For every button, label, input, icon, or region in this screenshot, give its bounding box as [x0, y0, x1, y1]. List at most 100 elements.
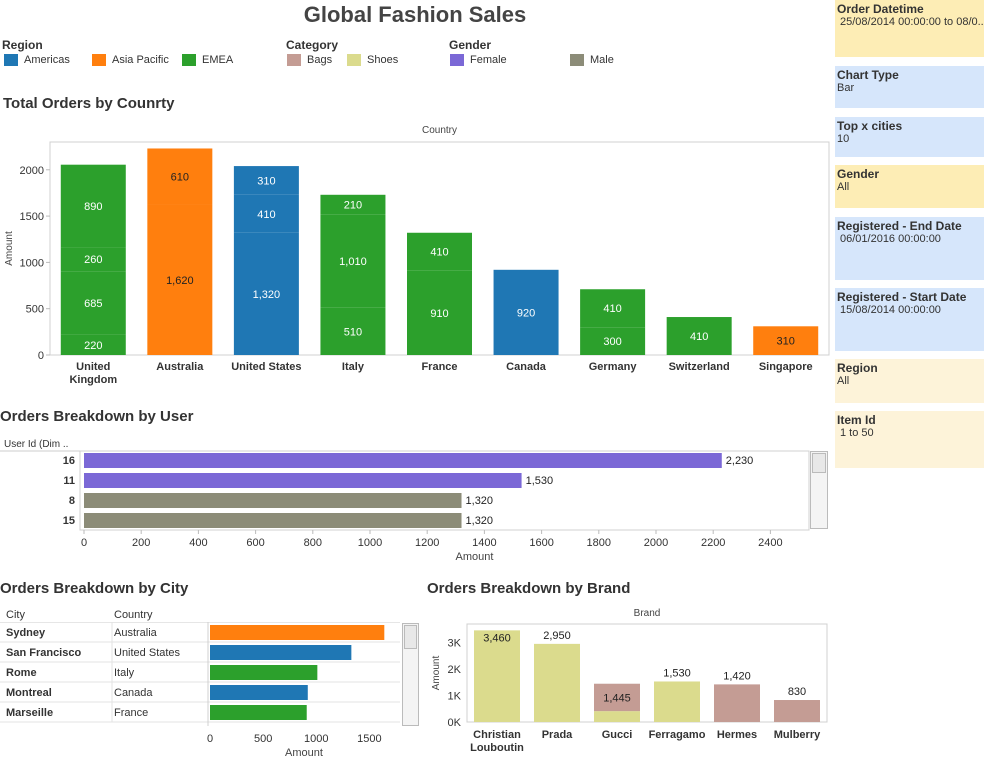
brand-bar-segment [534, 643, 580, 722]
city-country-label: France [114, 707, 148, 719]
country-bar-label: 510 [344, 326, 362, 338]
filter-label: Chart Type [837, 68, 899, 82]
country-column-header: Country [114, 609, 153, 621]
y-tick-label: 0K [448, 717, 462, 729]
x-tick-label: 1000 [304, 733, 328, 745]
brand-x-label: Ferragamo [649, 729, 706, 741]
legend-item-emea[interactable]: EMEA [182, 54, 233, 66]
user-id-label: 15 [63, 515, 75, 527]
y-tick-label: 1500 [20, 211, 44, 223]
country-bar-label: 300 [603, 336, 621, 348]
filter-registered-start-date[interactable]: Registered - Start Date 15/08/2014 00:00… [835, 288, 984, 351]
legend-label: Male [590, 54, 614, 66]
country-bar-label: 1,620 [166, 275, 194, 287]
filter-order-datetime[interactable]: Order Datetime 25/08/2014 00:00:00 to 08… [835, 0, 984, 57]
country-bar-chart[interactable]: Country Amount 0 500 1000 1500 2000 220 685 260 89… [0, 118, 830, 390]
y-tick-label: 1K [448, 691, 462, 703]
filter-value[interactable]: 06/01/2016 00:00:00 [837, 233, 982, 245]
city-label: Marseille [6, 707, 53, 719]
city-chart-scroll-thumb[interactable] [404, 625, 417, 649]
filter-label: Order Datetime [837, 2, 924, 16]
brand-bar-chart[interactable]: Brand Amount 0K 1K 2K 3K 3,460 ChristianLoubout… [427, 602, 832, 762]
y-axis-label: Amount [431, 656, 442, 691]
x-tick-label: 2200 [701, 537, 725, 549]
legend-item-shoes[interactable]: Shoes [347, 54, 398, 66]
country-x-label: Canada [506, 361, 547, 373]
user-chart-scrollbar[interactable] [810, 451, 828, 529]
legend-item-female[interactable]: Female [450, 54, 507, 66]
brand-x-label: Louboutin [470, 742, 524, 754]
x-tick-label: 2400 [758, 537, 782, 549]
filter-registered-end-date[interactable]: Registered - End Date 06/01/2016 00:00:0… [835, 217, 984, 280]
country-chart-title: Total Orders by Counrty [3, 95, 175, 112]
legend-item-male[interactable]: Male [570, 54, 614, 66]
filter-gender[interactable]: Gender All [835, 165, 984, 208]
filter-value[interactable]: Bar [837, 82, 982, 94]
city-country-label: Italy [114, 667, 135, 679]
x-tick-label: 800 [304, 537, 322, 549]
x-tick-label: 1000 [358, 537, 382, 549]
country-bar-label: 310 [257, 175, 275, 187]
user-id-label: 8 [69, 495, 75, 507]
x-tick-label: 500 [254, 733, 272, 745]
legend-swatch [450, 54, 464, 66]
city-column-header: City [6, 609, 25, 621]
user-bar-label: 1,320 [466, 515, 494, 527]
user-bar [84, 453, 722, 468]
city-label: Rome [6, 667, 37, 679]
legend-item-bags[interactable]: Bags [287, 54, 332, 66]
user-chart-title: Orders Breakdown by User [0, 408, 194, 425]
filter-chart-type[interactable]: Chart Type Bar [835, 66, 984, 108]
legend-swatch [287, 54, 301, 66]
legend-swatch [347, 54, 361, 66]
brand-header: Brand [634, 608, 661, 619]
dashboard-title: Global Fashion Sales [303, 2, 527, 27]
legend-label: Americas [24, 54, 70, 66]
user-id-label: 11 [63, 475, 75, 487]
user-chart-scroll-thumb[interactable] [812, 453, 826, 473]
city-chart-scrollbar[interactable] [402, 623, 419, 726]
user-id-label: 16 [63, 455, 75, 467]
user-bar-label: 1,530 [526, 475, 554, 487]
city-label: San Francisco [6, 647, 81, 659]
plot-border [466, 623, 828, 723]
brand-bar-label: 3,460 [483, 632, 511, 644]
country-x-label: Australia [156, 361, 204, 373]
x-tick-label: 400 [189, 537, 207, 549]
city-chart-title: Orders Breakdown by City [0, 580, 189, 597]
city-bar [210, 705, 307, 720]
city-country-label: United States [114, 647, 181, 659]
legend-item-americas[interactable]: Americas [4, 54, 70, 66]
filter-top-x-cities[interactable]: Top x cities 10 [835, 117, 984, 157]
user-bar-chart[interactable]: User Id (Dim .. 16 2,230 11 1,530 8 1,320 15 1,3… [0, 432, 830, 567]
city-bar [210, 645, 352, 660]
legend-swatch [570, 54, 584, 66]
legend-label: EMEA [202, 54, 234, 66]
filter-value[interactable]: 1 to 50 [837, 427, 982, 439]
user-bar [84, 473, 522, 488]
country-header: Country [422, 125, 457, 136]
x-tick-label: 1800 [587, 537, 611, 549]
city-bar-chart[interactable]: Sydney Australia San Francisco United State… [0, 622, 400, 762]
brand-bar-segment [654, 681, 700, 722]
country-x-label: Kingdom [69, 374, 117, 386]
y-tick-label: 0 [38, 350, 44, 362]
user-bar-label: 2,230 [726, 455, 754, 467]
filter-value[interactable]: 10 [837, 133, 982, 145]
country-bar-label: 410 [257, 209, 275, 221]
country-x-label: United [76, 361, 110, 373]
country-bar-label: 410 [603, 303, 621, 315]
country-bar-label: 410 [690, 331, 708, 343]
filter-value[interactable]: All [837, 375, 982, 387]
filter-value[interactable]: All [837, 181, 982, 193]
legend-label: Shoes [367, 54, 399, 66]
country-bar-label: 1,010 [339, 256, 367, 268]
country-bar-label: 685 [84, 298, 102, 310]
country-x-label: Germany [589, 361, 638, 373]
filter-value[interactable]: 25/08/2014 00:00:00 to 08/0.. [837, 16, 984, 28]
filter-region[interactable]: Region All [835, 359, 984, 403]
legend-item-asia-pacific[interactable]: Asia Pacific [92, 54, 169, 66]
filter-value[interactable]: 15/08/2014 00:00:00 [837, 304, 982, 316]
filter-item-id[interactable]: Item Id 1 to 50 [835, 411, 984, 468]
filter-label: Registered - End Date [837, 219, 962, 233]
